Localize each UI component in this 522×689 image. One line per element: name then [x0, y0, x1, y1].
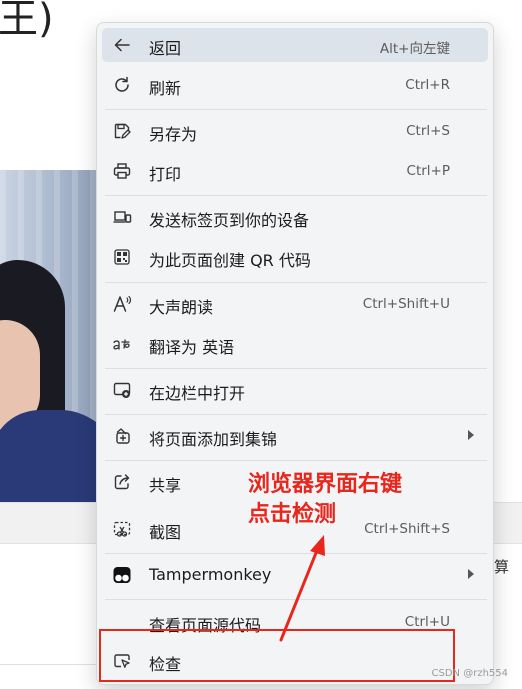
share-icon — [112, 472, 132, 492]
translate-icon — [112, 334, 132, 354]
menu-item-label: 大声朗读 — [149, 298, 214, 317]
menu-item-tampermonkey[interactable]: Tampermonkey — [102, 558, 488, 592]
menu-item-shortcut: Ctrl+U — [404, 614, 450, 630]
menu-item-label: 将页面添加到集锦 — [149, 430, 278, 449]
menu-item-add-to-collections[interactable]: 将页面添加到集锦 — [102, 419, 488, 453]
submenu-chevron-icon — [468, 430, 474, 440]
open-in-sidebar-icon — [112, 380, 132, 400]
annotation-line-2: 点击检测 — [248, 502, 337, 527]
annotation-text: 浏览器界面右键 点击检测 — [248, 470, 402, 530]
menu-separator — [105, 195, 487, 196]
menu-item-back[interactable]: 返回 Alt+向左键 — [102, 28, 488, 62]
annotation-line-1: 浏览器界面右键 — [248, 472, 403, 497]
background-photo — [0, 170, 100, 502]
menu-separator — [105, 414, 487, 415]
menu-item-save-as[interactable]: 另存为 Ctrl+S — [102, 114, 488, 148]
background-divider — [0, 664, 100, 665]
refresh-icon — [112, 75, 132, 95]
menu-item-refresh[interactable]: 刷新 Ctrl+R — [102, 68, 488, 102]
menu-separator — [105, 109, 487, 110]
menu-separator — [105, 368, 487, 369]
add-to-collections-icon — [112, 426, 132, 446]
menu-item-label: 打印 — [149, 165, 182, 184]
send-to-devices-icon — [112, 207, 132, 227]
menu-item-label: 共享 — [149, 476, 182, 495]
menu-item-shortcut: Ctrl+S — [406, 123, 450, 139]
menu-item-send-tab-to-devices[interactable]: 发送标签页到你的设备 — [102, 200, 488, 234]
menu-item-translate[interactable]: 翻译为 英语 — [102, 327, 488, 361]
menu-item-label: 在边栏中打开 — [149, 384, 246, 403]
context-menu: 返回 Alt+向左键 刷新 Ctrl+R 另存为 Ctrl+S 打印 Ctrl+… — [96, 22, 494, 685]
menu-separator — [105, 460, 487, 461]
menu-item-label: 翻译为 英语 — [149, 338, 235, 357]
back-arrow-icon — [112, 35, 132, 55]
menu-item-label: 为此页面创建 QR 代码 — [149, 251, 311, 270]
menu-item-shortcut: Alt+向左键 — [379, 41, 450, 57]
save-as-icon — [112, 121, 132, 141]
menu-item-shortcut: Ctrl+R — [405, 77, 450, 93]
submenu-chevron-icon — [468, 569, 474, 579]
menu-separator — [105, 553, 487, 554]
menu-item-print[interactable]: 打印 Ctrl+P — [102, 154, 488, 188]
menu-separator — [105, 599, 487, 600]
menu-item-create-qr-code[interactable]: 为此页面创建 QR 代码 — [102, 240, 488, 274]
menu-separator — [105, 282, 487, 283]
qr-code-icon — [112, 247, 132, 267]
menu-item-label: 发送标签页到你的设备 — [149, 211, 310, 230]
screenshot-icon — [112, 519, 132, 539]
tampermonkey-icon — [112, 565, 132, 585]
read-aloud-icon — [112, 294, 132, 314]
menu-item-read-aloud[interactable]: 大声朗读 Ctrl+Shift+U — [102, 287, 488, 321]
menu-item-shortcut: Ctrl+P — [406, 163, 450, 179]
background-side-text: 算 — [494, 558, 510, 576]
menu-item-shortcut: Ctrl+Shift+U — [362, 296, 450, 312]
watermark: CSDN @rzh554 — [431, 668, 508, 679]
inspect-highlight-box — [99, 629, 455, 682]
menu-item-label: 刷新 — [149, 79, 182, 98]
printer-icon — [112, 161, 132, 181]
menu-item-label: 返回 — [149, 39, 182, 58]
page-heading-fragment: 王) — [0, 0, 54, 42]
menu-item-label: Tampermonkey — [149, 565, 272, 584]
menu-item-label: 截图 — [149, 523, 182, 542]
menu-item-label: 另存为 — [149, 125, 198, 144]
menu-item-open-in-sidebar[interactable]: 在边栏中打开 — [102, 373, 488, 407]
